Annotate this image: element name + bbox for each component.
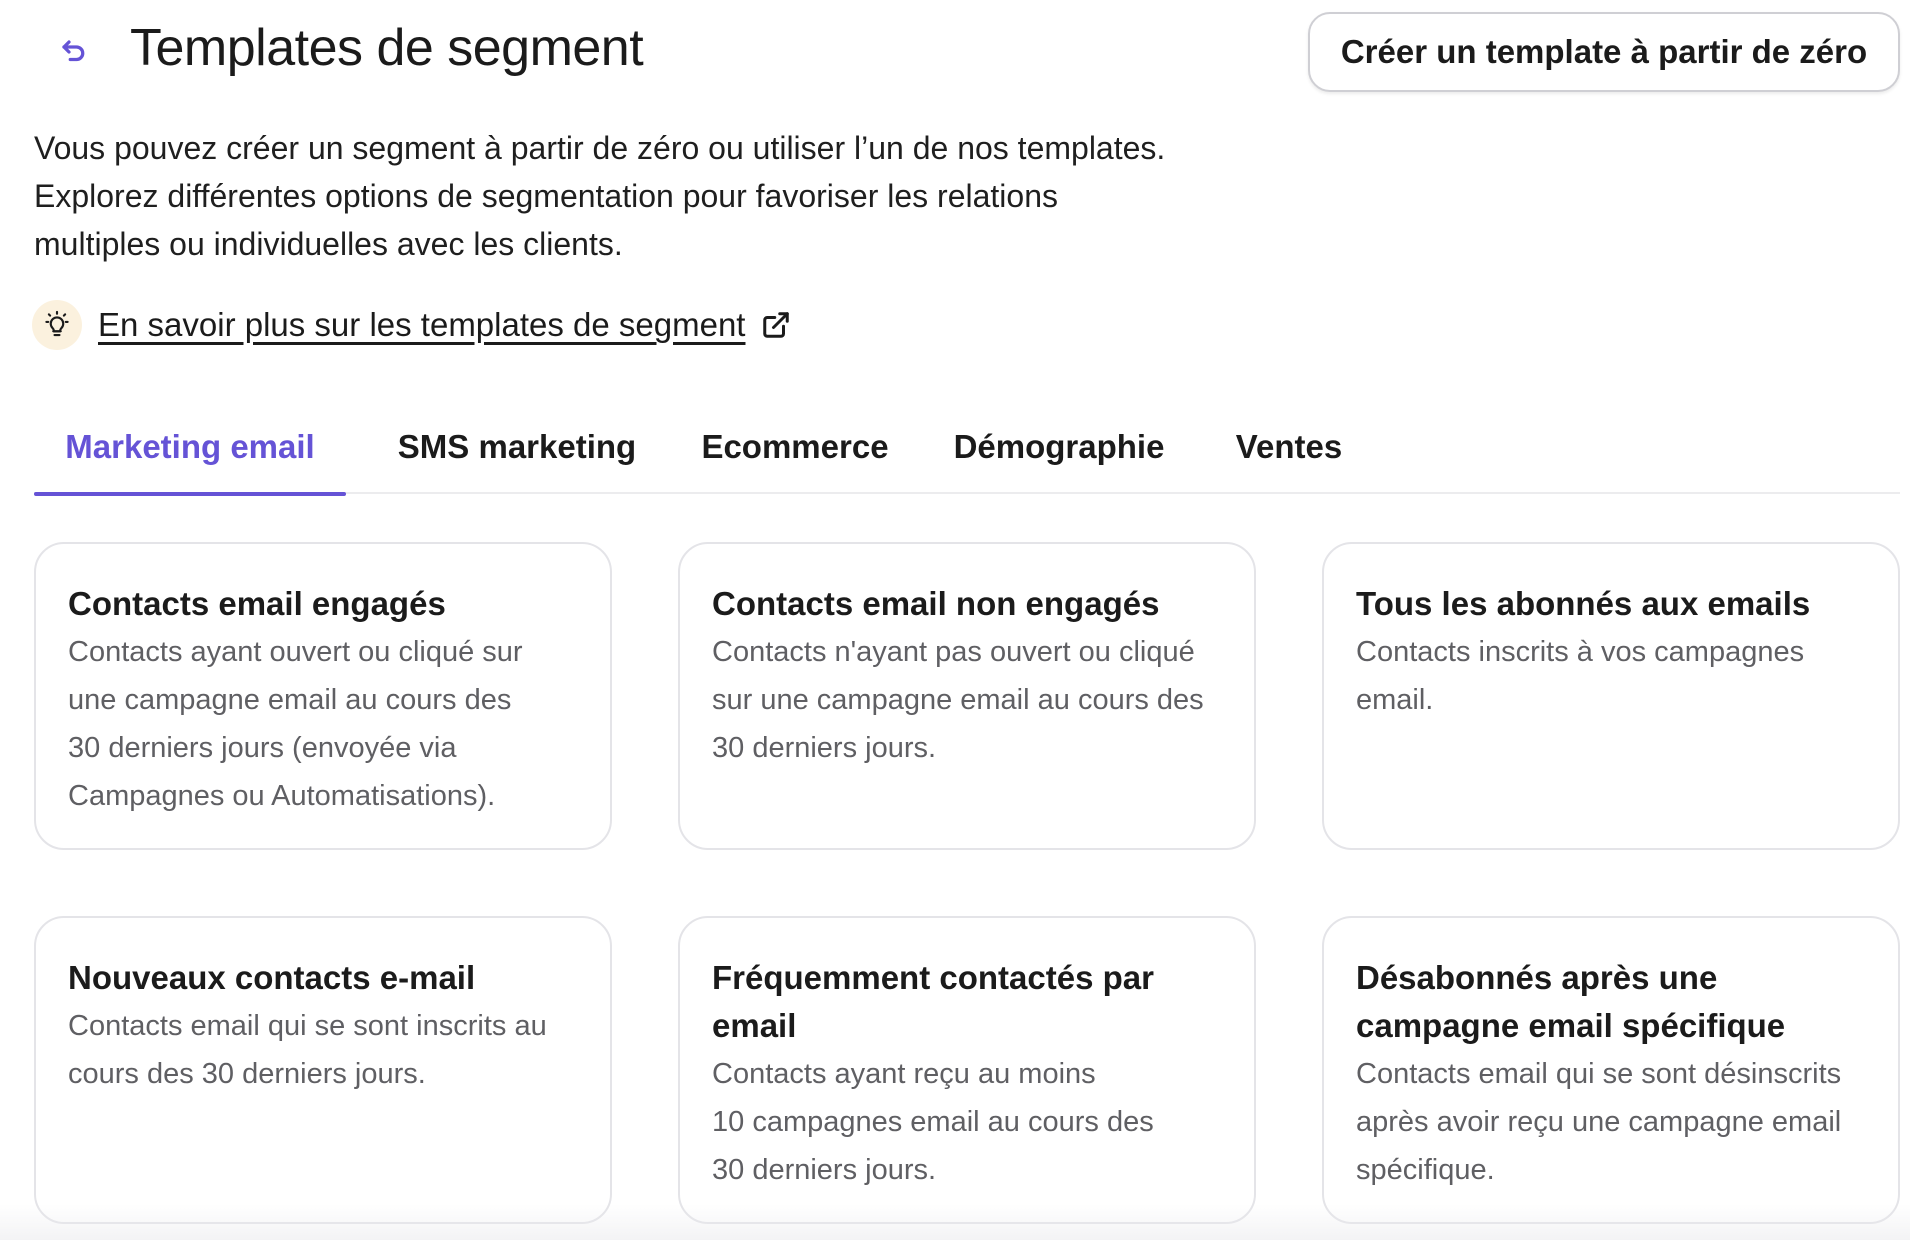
- card-title: Nouveaux contacts e-mail: [68, 954, 578, 1002]
- intro-description: Vous pouvez créer un segment à partir de…: [34, 124, 1334, 268]
- card-title: Désabonnés après une campagne email spéc…: [1356, 954, 1866, 1050]
- scroll-fade: [0, 1204, 1910, 1240]
- tab-ecommerce[interactable]: Ecommerce: [688, 400, 902, 494]
- card-title-line: Tous les abonnés aux emails: [1356, 585, 1811, 622]
- intro-line: Vous pouvez créer un segment à partir de…: [34, 130, 1166, 166]
- lightbulb-icon: [45, 310, 69, 337]
- card-description-line: email.: [1356, 684, 1434, 716]
- card-description: Contacts email qui se sont désinscrits a…: [1356, 1050, 1866, 1194]
- segment-templates-page: Templates de segment Créer un template à…: [0, 0, 1910, 1240]
- template-card-engaged-email-contacts[interactable]: Contacts email engagés Contacts ayant ou…: [34, 542, 612, 850]
- card-title-line: campagne email spécifique: [1356, 1007, 1786, 1044]
- card-title: Contacts email non engagés: [712, 580, 1222, 628]
- card-description: Contacts n'ayant pas ouvert ou cliqué su…: [712, 628, 1222, 772]
- tab-marketing-email[interactable]: Marketing email: [34, 400, 346, 496]
- card-description-line: Contacts n'ayant pas ouvert ou cliqué: [712, 636, 1195, 668]
- card-title-line: email: [712, 1007, 797, 1044]
- card-title-line: Fréquemment contactés par: [712, 959, 1154, 996]
- card-title-line: Contacts email non engagés: [712, 585, 1160, 622]
- card-description: Contacts ayant ouvert ou cliqué sur une …: [68, 628, 578, 820]
- template-card-new-email-contacts[interactable]: Nouveaux contacts e-mail Contacts email …: [34, 916, 612, 1224]
- page-title: Templates de segment: [130, 19, 644, 77]
- page-header: Templates de segment Créer un template à…: [0, 0, 1910, 110]
- card-description-line: 30 derniers jours.: [712, 732, 937, 764]
- card-description-line: après avoir reçu une campagne email: [1356, 1106, 1842, 1138]
- card-description-line: 30 derniers jours (envoyée via: [68, 732, 457, 764]
- card-description-line: sur une campagne email au cours des: [712, 684, 1204, 716]
- template-card-all-email-subscribers[interactable]: Tous les abonnés aux emails Contacts ins…: [1322, 542, 1900, 850]
- card-description: Contacts ayant reçu au moins 10 campagne…: [712, 1050, 1222, 1194]
- card-description-line: cours des 30 derniers jours.: [68, 1058, 426, 1090]
- tab-ventes[interactable]: Ventes: [1216, 400, 1362, 494]
- card-title: Tous les abonnés aux emails: [1356, 580, 1866, 628]
- create-template-from-scratch-button[interactable]: Créer un template à partir de zéro: [1308, 12, 1900, 92]
- card-description-line: 10 campagnes email au cours des: [712, 1106, 1154, 1138]
- card-description-line: Contacts ayant ouvert ou cliqué sur: [68, 636, 523, 668]
- card-description: Contacts inscrits à vos campagnes email.: [1356, 628, 1866, 724]
- card-description-line: une campagne email au cours des: [68, 684, 512, 716]
- category-tabs: Marketing email SMS marketing Ecommerce …: [34, 400, 1900, 496]
- card-description-line: Contacts email qui se sont inscrits au: [68, 1010, 547, 1042]
- tab-sms-marketing[interactable]: SMS marketing: [378, 400, 656, 494]
- back-button[interactable]: [52, 30, 96, 74]
- learn-more-row: En savoir plus sur les templates de segm…: [32, 298, 791, 352]
- template-card-frequently-emailed[interactable]: Fréquemment contactés par email Contacts…: [678, 916, 1256, 1224]
- card-description-line: Contacts inscrits à vos campagnes: [1356, 636, 1805, 668]
- card-description-line: 30 derniers jours.: [712, 1154, 937, 1186]
- lightbulb-badge: [32, 300, 82, 350]
- card-description-line: Campagnes ou Automatisations).: [68, 780, 496, 812]
- card-description: Contacts email qui se sont inscrits au c…: [68, 1002, 578, 1098]
- intro-line: Explorez différentes options de segmenta…: [34, 178, 1058, 214]
- card-title: Fréquemment contactés par email: [712, 954, 1222, 1050]
- tab-demographie[interactable]: Démographie: [934, 400, 1184, 494]
- card-title-line: Contacts email engagés: [68, 585, 446, 622]
- card-description-line: Contacts email qui se sont désinscrits: [1356, 1058, 1842, 1090]
- card-title-line: Désabonnés après une: [1356, 959, 1718, 996]
- external-link-icon: [763, 312, 790, 338]
- undo-arrow-icon: [62, 40, 85, 62]
- template-card-unengaged-email-contacts[interactable]: Contacts email non engagés Contacts n'ay…: [678, 542, 1256, 850]
- external-link-button[interactable]: [761, 310, 791, 340]
- card-title-line: Nouveaux contacts e-mail: [68, 959, 476, 996]
- card-description-line: Contacts ayant reçu au moins: [712, 1058, 1096, 1090]
- template-card-unsubscribed-after-campaign[interactable]: Désabonnés après une campagne email spéc…: [1322, 916, 1900, 1224]
- card-title: Contacts email engagés: [68, 580, 578, 628]
- intro-line: multiples ou individuelles avec les clie…: [34, 226, 623, 262]
- card-description-line: spécifique.: [1356, 1154, 1495, 1186]
- learn-more-link[interactable]: En savoir plus sur les templates de segm…: [98, 306, 745, 344]
